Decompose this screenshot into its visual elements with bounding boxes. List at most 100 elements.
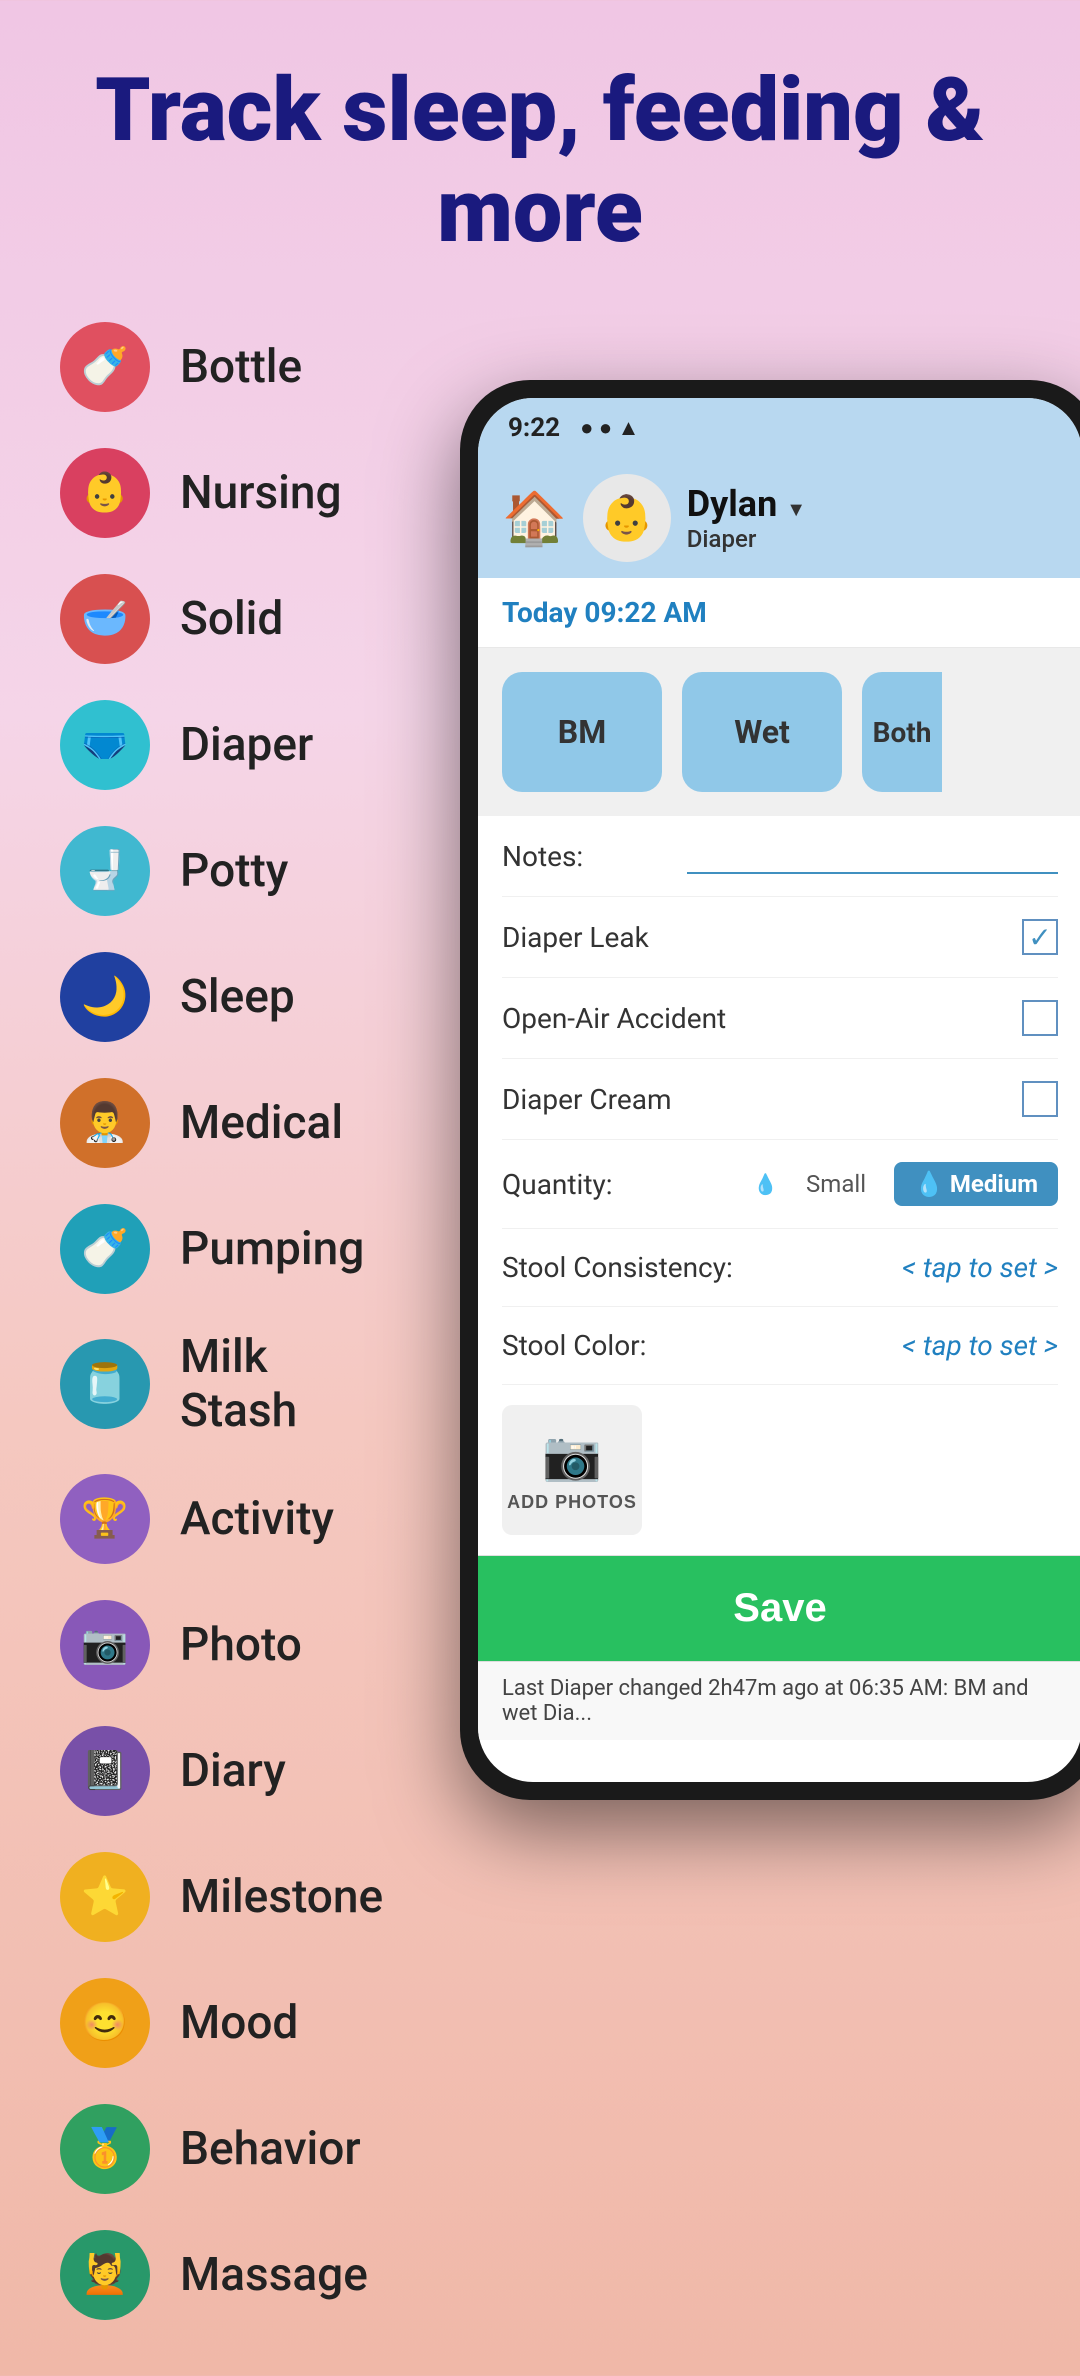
diaper-label: Diaper (180, 718, 313, 772)
feature-item-photo[interactable]: 📷 Photo (60, 1600, 370, 1690)
drop-icon-medium: 💧 (914, 1170, 944, 1198)
feature-item-solid[interactable]: 🥣 Solid (60, 574, 370, 664)
potty-label: Potty (180, 844, 288, 898)
photo-icon: 📷 (60, 1600, 150, 1690)
drop-icon: 💧 (753, 1172, 778, 1196)
phone-screen: 9:22 ● ● ▲ 🏠 👶 Dylan ▼ Diaper (478, 398, 1080, 1782)
feature-item-medical[interactable]: 👨‍⚕️ Medical (60, 1078, 370, 1168)
wet-button[interactable]: Wet (682, 672, 842, 792)
activity-label: Activity (180, 1492, 334, 1546)
feature-item-behavior[interactable]: 🥇 Behavior (60, 2104, 370, 2194)
sleep-label: Sleep (180, 970, 295, 1024)
quantity-options: 💧 Small 💧 Medium (753, 1162, 1058, 1206)
stool-consistency-value[interactable]: < tap to set > (902, 1251, 1058, 1284)
feature-item-pumping[interactable]: 🍼 Pumping (60, 1204, 370, 1294)
status-icons: ● ● ▲ (580, 415, 639, 441)
diaper-icon: 🩲 (60, 700, 150, 790)
mood-icon: 😊 (60, 1978, 150, 2068)
hero-title: Track sleep, feeding & more (0, 0, 1080, 302)
photo-label: Photo (180, 1618, 302, 1672)
notes-label: Notes: (502, 840, 687, 873)
notes-row: Notes: (502, 816, 1058, 897)
behavior-icon: 🥇 (60, 2104, 150, 2194)
medium-option[interactable]: 💧 Medium (894, 1162, 1058, 1206)
stool-color-label: Stool Color: (502, 1329, 902, 1362)
user-name: Dylan ▼ (687, 483, 806, 525)
massage-label: Massage (180, 2248, 368, 2302)
small-option[interactable]: Small (790, 1162, 882, 1206)
diaper-leak-label: Diaper Leak (502, 921, 1022, 954)
feature-item-bottle[interactable]: 🍼 Bottle (60, 322, 370, 412)
last-diaper-bar: Last Diaper changed 2h47m ago at 06:35 A… (478, 1661, 1080, 1740)
behavior-label: Behavior (180, 2122, 361, 2176)
feature-item-sleep[interactable]: 🌙Sleep (60, 952, 370, 1042)
diaper-options: BM Wet Both (478, 648, 1080, 816)
solid-label: Solid (180, 592, 283, 646)
quantity-row: Quantity: 💧 Small 💧 Medium (502, 1140, 1058, 1229)
open-air-checkbox[interactable] (1022, 1000, 1058, 1036)
avatar: 👶 (583, 474, 671, 562)
app-wrapper: Track sleep, feeding & more 🍼 Bottle 👶 Nurs… (0, 0, 1080, 2376)
feature-item-diary[interactable]: 📓 Diary (60, 1726, 370, 1816)
milestone-icon: ⭐ (60, 1852, 150, 1942)
feature-item-massage[interactable]: 💆 Massage (60, 2230, 370, 2320)
bottle-label: Bottle (180, 340, 302, 394)
feature-item-milk-stash[interactable]: 🫙 Milk Stash (60, 1330, 370, 1438)
solid-icon: 🥣 (60, 574, 150, 664)
feature-list: 🍼 Bottle 👶 Nursing 🥣 Solid 🩲 Diaper 🚽 Potty 🌙Sleep… (0, 302, 430, 2376)
nursing-icon: 👶 (60, 448, 150, 538)
phone-mockup: 9:22 ● ● ▲ 🏠 👶 Dylan ▼ Diaper (460, 380, 1080, 1800)
open-air-row[interactable]: Open-Air Accident (502, 978, 1058, 1059)
medical-icon: 👨‍⚕️ (60, 1078, 150, 1168)
quantity-label: Quantity: (502, 1168, 753, 1201)
massage-icon: 💆 (60, 2230, 150, 2320)
status-time: 9:22 (508, 413, 560, 443)
stool-color-row[interactable]: Stool Color: < tap to set > (502, 1307, 1058, 1385)
medical-label: Medical (180, 1096, 343, 1150)
diary-icon: 📓 (60, 1726, 150, 1816)
user-info: Dylan ▼ Diaper (687, 483, 806, 553)
add-photos-label: ADD PHOTOS (507, 1492, 637, 1513)
feature-item-nursing[interactable]: 👶 Nursing (60, 448, 370, 538)
feature-item-potty[interactable]: 🚽 Potty (60, 826, 370, 916)
home-icon[interactable]: 🏠 (502, 488, 567, 549)
date-header: Today 09:22 AM (478, 578, 1080, 648)
nursing-label: Nursing (180, 466, 342, 520)
app-header: 🏠 👶 Dylan ▼ Diaper (478, 458, 1080, 578)
milk-stash-label: Milk Stash (180, 1330, 370, 1438)
diaper-cream-checkbox[interactable] (1022, 1081, 1058, 1117)
bm-button[interactable]: BM (502, 672, 662, 792)
camera-icon: 📷 (542, 1427, 602, 1484)
add-photos-button[interactable]: 📷 ADD PHOTOS (502, 1405, 642, 1535)
photos-section: 📷 ADD PHOTOS (478, 1385, 1080, 1556)
form-section: Notes: Diaper Leak ✓ Open-Air Accident (478, 816, 1080, 1385)
user-section: Diaper (687, 525, 806, 553)
open-air-label: Open-Air Accident (502, 1002, 1022, 1035)
milestone-label: Milestone (180, 1870, 383, 1924)
pumping-label: Pumping (180, 1222, 364, 1276)
diaper-leak-row[interactable]: Diaper Leak ✓ (502, 897, 1058, 978)
diaper-cream-label: Diaper Cream (502, 1083, 1022, 1116)
stool-color-value[interactable]: < tap to set > (902, 1329, 1058, 1362)
diaper-leak-checkbox[interactable]: ✓ (1022, 919, 1058, 955)
bottle-icon: 🍼 (60, 322, 150, 412)
feature-item-milestone[interactable]: ⭐Milestone (60, 1852, 370, 1942)
save-bar: Save (478, 1556, 1080, 1661)
activity-icon: 🏆 (60, 1474, 150, 1564)
dropdown-arrow-icon[interactable]: ▼ (786, 497, 806, 521)
potty-icon: 🚽 (60, 826, 150, 916)
stool-consistency-row[interactable]: Stool Consistency: < tap to set > (502, 1229, 1058, 1307)
status-bar: 9:22 ● ● ▲ (478, 398, 1080, 458)
avatar-emoji: 👶 (599, 492, 654, 544)
notes-input[interactable] (687, 838, 1058, 874)
diaper-cream-row[interactable]: Diaper Cream (502, 1059, 1058, 1140)
feature-item-mood[interactable]: 😊Mood (60, 1978, 370, 2068)
feature-item-activity[interactable]: 🏆 Activity (60, 1474, 370, 1564)
pumping-icon: 🍼 (60, 1204, 150, 1294)
stool-consistency-label: Stool Consistency: (502, 1251, 902, 1284)
both-button[interactable]: Both (862, 672, 942, 792)
diary-label: Diary (180, 1744, 286, 1798)
feature-item-diaper[interactable]: 🩲 Diaper (60, 700, 370, 790)
milk-stash-icon: 🫙 (60, 1339, 150, 1429)
save-button[interactable]: Save (733, 1586, 826, 1631)
